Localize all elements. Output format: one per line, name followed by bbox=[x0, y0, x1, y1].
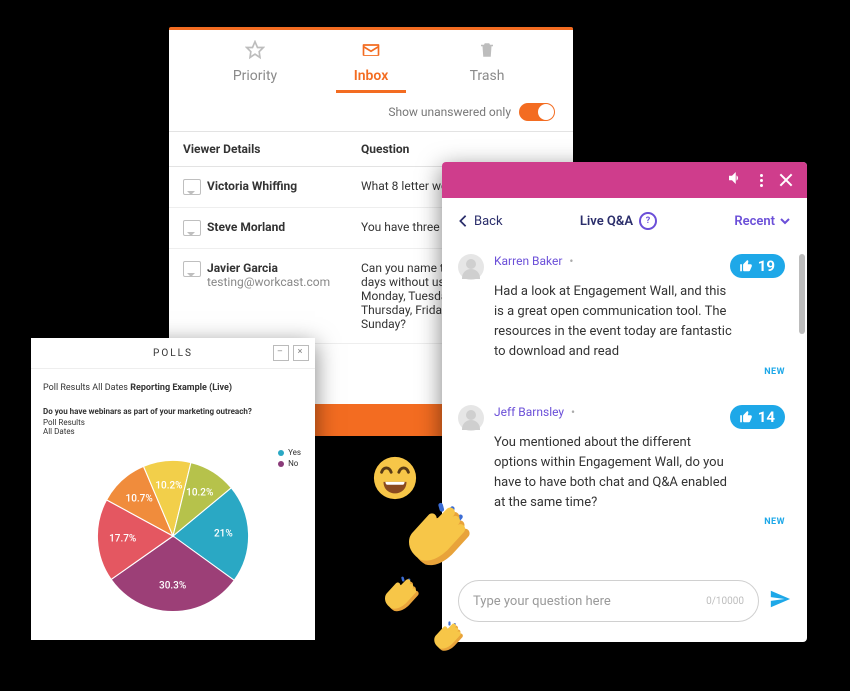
tab-label: Inbox bbox=[336, 68, 407, 93]
qa-nav: Back Live Q&A ? Recent bbox=[442, 198, 807, 244]
message-author: Karren Baker • bbox=[494, 254, 573, 268]
polls-panel: POLLS – × Poll Results All Dates Reporti… bbox=[31, 338, 315, 640]
minimize-button[interactable]: – bbox=[273, 345, 289, 361]
qa-titlebar bbox=[442, 162, 807, 198]
chevron-down-icon bbox=[779, 216, 791, 226]
qa-message: Karren Baker • 19 Had a look at Engageme… bbox=[458, 244, 791, 395]
viewer-sub: testing@workcast.com bbox=[207, 275, 330, 289]
polls-title: POLLS bbox=[153, 348, 193, 359]
qa-body: Karren Baker • 19 Had a look at Engageme… bbox=[442, 244, 807, 574]
polls-header: POLLS – × bbox=[31, 338, 315, 369]
trash-icon bbox=[429, 40, 545, 64]
chevron-left-icon bbox=[458, 214, 468, 228]
qa-title: Live Q&A ? bbox=[580, 212, 657, 230]
pie-chart: 21%30.3%17.7%10.7%10.2%10.2% bbox=[83, 446, 263, 626]
close-button[interactable]: × bbox=[293, 345, 309, 361]
new-badge: NEW bbox=[494, 367, 785, 377]
qa-input-row: Type your question here 0/10000 bbox=[458, 580, 791, 622]
poll-sub1: Poll Results bbox=[43, 418, 303, 427]
tab-label: Trash bbox=[460, 68, 515, 90]
message-text: Had a look at Engagement Wall, and this … bbox=[494, 282, 734, 363]
message-author: Jeff Barnsley • bbox=[494, 405, 575, 419]
input-placeholder: Type your question here bbox=[473, 594, 611, 609]
qa-message: Jeff Barnsley • 14 You mentioned about t… bbox=[458, 395, 791, 546]
unanswered-toggle[interactable] bbox=[519, 103, 555, 121]
tab-inbox[interactable]: Inbox bbox=[313, 40, 429, 93]
col-question-header: Question bbox=[347, 132, 573, 166]
pie-slice-label: 10.2% bbox=[155, 480, 182, 491]
pie-slice-label: 10.7% bbox=[126, 493, 153, 504]
clap-emoji bbox=[430, 620, 464, 654]
menu-icon[interactable] bbox=[760, 174, 763, 187]
polls-subtitle: Poll Results All Dates Reporting Example… bbox=[43, 383, 303, 393]
star-icon bbox=[197, 40, 313, 64]
tab-trash[interactable]: Trash bbox=[429, 40, 545, 93]
mail-icon bbox=[313, 40, 429, 64]
like-button[interactable]: 14 bbox=[730, 405, 785, 429]
thumbs-up-icon bbox=[738, 410, 754, 424]
filter-row: Show unanswered only bbox=[169, 93, 573, 131]
new-badge: NEW bbox=[494, 517, 785, 527]
qa-panel: Back Live Q&A ? Recent Karren Baker • bbox=[442, 162, 807, 642]
send-button[interactable] bbox=[769, 588, 791, 614]
chat-icon bbox=[183, 179, 201, 195]
like-button[interactable]: 19 bbox=[730, 254, 785, 278]
clap-emoji bbox=[400, 500, 472, 572]
filter-label: Show unanswered only bbox=[388, 105, 511, 119]
pie-slice-label: 17.7% bbox=[109, 533, 136, 544]
legend-dot bbox=[278, 461, 284, 467]
back-button[interactable]: Back bbox=[458, 214, 503, 229]
legend-dot bbox=[278, 450, 284, 456]
chat-icon bbox=[183, 220, 201, 236]
char-counter: 0/10000 bbox=[706, 596, 744, 607]
inbox-tabs: Priority Inbox Trash bbox=[169, 30, 573, 93]
poll-question: Do you have webinars as part of your mar… bbox=[43, 407, 303, 416]
viewer-name: Steve Morland bbox=[207, 220, 285, 236]
volume-icon[interactable] bbox=[726, 169, 744, 191]
pie-slice-label: 30.3% bbox=[159, 581, 186, 592]
avatar bbox=[458, 254, 484, 280]
message-text: You mentioned about the different option… bbox=[494, 433, 734, 514]
thumbs-up-icon bbox=[738, 259, 754, 273]
pie-slice-label: 21% bbox=[214, 529, 233, 540]
clap-emoji bbox=[380, 575, 420, 615]
poll-sub2: All Dates bbox=[43, 427, 303, 436]
scrollbar[interactable] bbox=[799, 254, 805, 334]
tab-priority[interactable]: Priority bbox=[197, 40, 313, 93]
viewer-name: Victoria Whiffing bbox=[207, 179, 297, 195]
chart-legend: Yes No bbox=[278, 448, 301, 470]
sort-dropdown[interactable]: Recent bbox=[734, 214, 791, 229]
col-viewer-header: Viewer Details bbox=[169, 132, 347, 166]
smile-emoji bbox=[372, 455, 418, 505]
pie-slice-label: 10.2% bbox=[186, 488, 213, 499]
close-icon[interactable] bbox=[779, 173, 793, 187]
chat-icon bbox=[183, 261, 201, 277]
help-icon[interactable]: ? bbox=[639, 212, 657, 230]
tab-label: Priority bbox=[223, 68, 287, 90]
question-input[interactable]: Type your question here 0/10000 bbox=[458, 580, 759, 622]
avatar bbox=[458, 405, 484, 431]
viewer-name: Javier Garcia bbox=[207, 261, 330, 275]
